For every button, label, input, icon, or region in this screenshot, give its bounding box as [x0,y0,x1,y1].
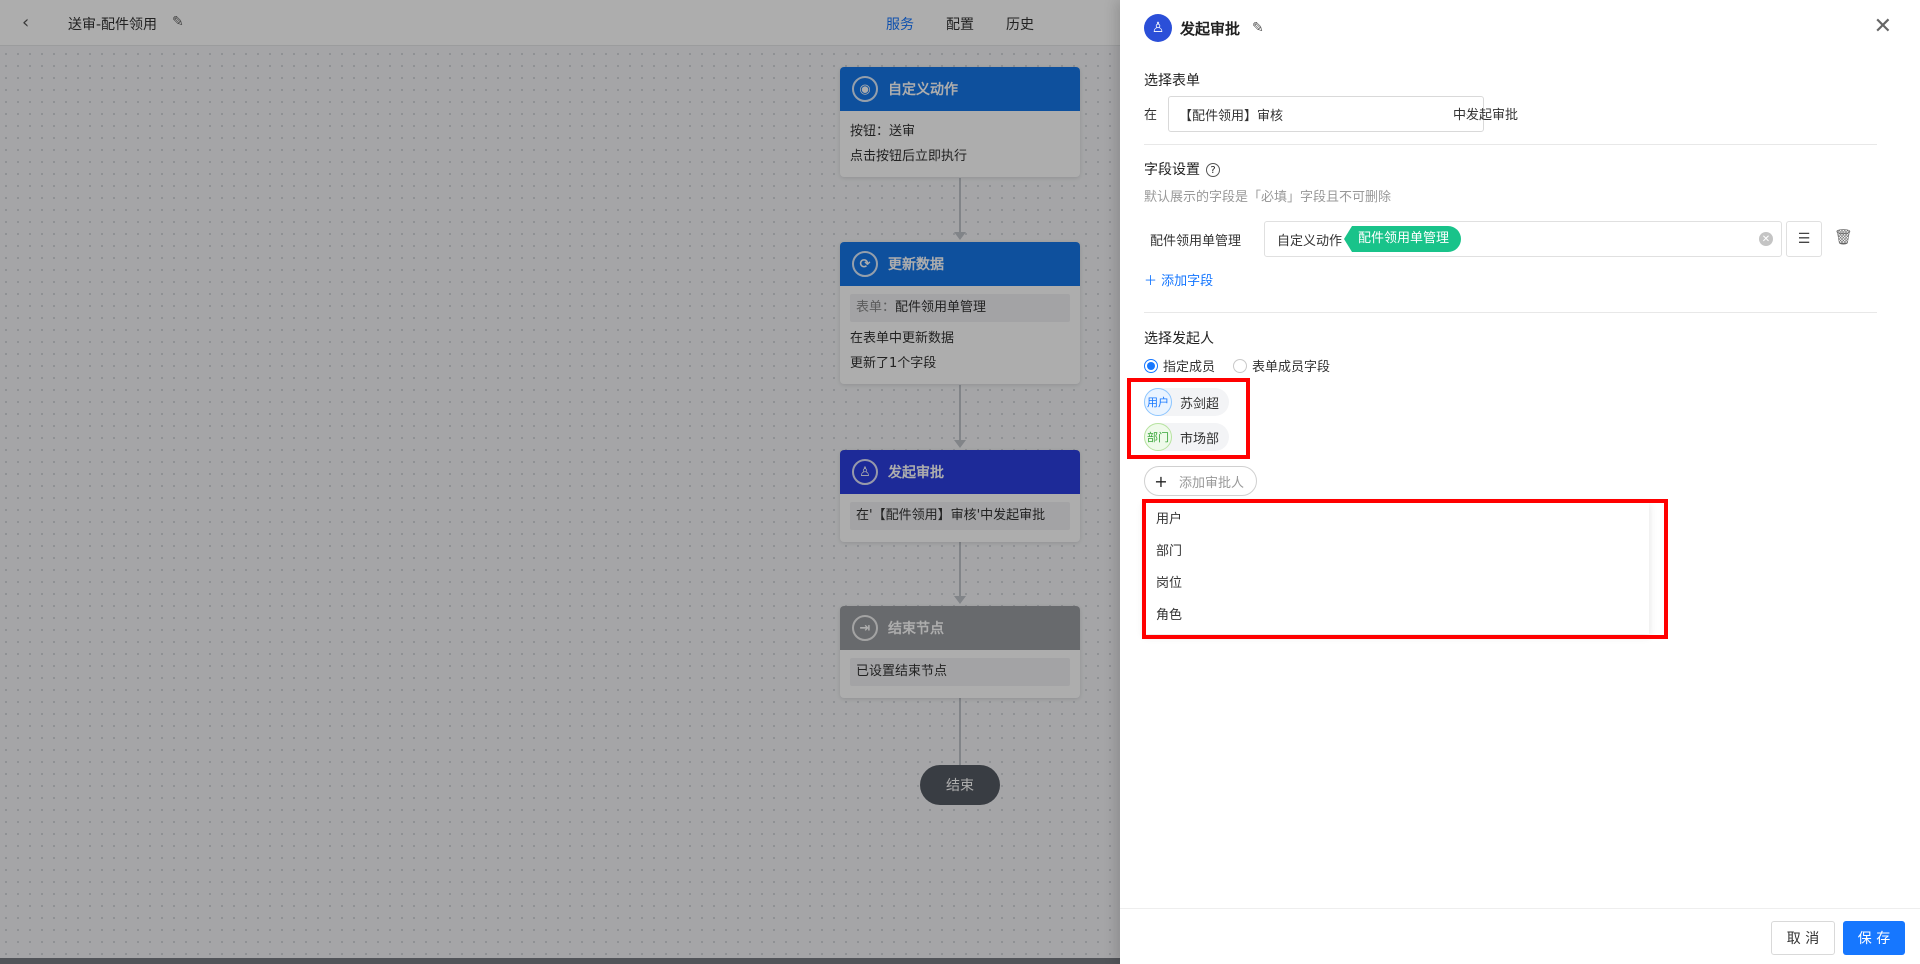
field-name-label: 配件领用单管理 [1150,234,1242,249]
form-select[interactable]: 【配件领用】审核 ⌵ [1168,96,1484,132]
clear-icon[interactable]: ✕ [1759,232,1773,246]
select-form-suffix: 中发起审批 [1453,108,1519,123]
field-chip-source: 自定义动作 [1277,233,1343,249]
close-icon[interactable]: ✕ [1874,16,1892,38]
field-settings-label: 字段设置 [1144,162,1200,178]
select-form-prefix: 在 [1144,108,1158,123]
radio-button-checked[interactable] [1144,358,1158,373]
edit-pencil-icon[interactable]: ✎ [1252,20,1264,36]
drawer-title: 发起审批 [1180,19,1241,38]
radio-specified-member[interactable]: 指定成员 [1144,356,1215,375]
plus-icon: + [1154,471,1168,491]
form-select-value: 【配件领用】审核 [1179,108,1284,124]
highlight-box [1142,499,1668,639]
select-form-label: 选择表单 [1144,73,1200,89]
save-button[interactable]: 保 存 [1843,921,1905,955]
stamp-icon: ♙ [1144,14,1172,42]
divider [1144,312,1877,313]
field-chip-target: 配件领用单管理 [1344,226,1462,252]
drawer-footer: 取 消 保 存 [1120,908,1920,964]
drawer-header: ♙ 发起审批 ✎ [1120,0,1920,56]
field-settings-label-wrap: 字段设置? [1144,159,1220,179]
cancel-button[interactable]: 取 消 [1771,921,1835,955]
approval-drawer: ♙ 发起审批 ✎ ✕ 选择表单 在 【配件领用】审核 ⌵ 中发起审批 字段设置?… [1120,0,1920,964]
initiator-label: 选择发起人 [1144,331,1214,347]
radio-form-member-field[interactable]: 表单成员字段 [1233,356,1330,375]
modal-overlay[interactable] [0,0,1120,964]
highlight-box [1127,378,1250,459]
field-settings-hint: 默认展示的字段是「必填」字段且不可删除 [1144,190,1392,205]
list-icon[interactable]: ☰ [1786,221,1822,257]
initiator-radio-group: 指定成员 表单成员字段 [1144,356,1348,375]
help-icon[interactable]: ? [1206,163,1220,177]
divider [1144,144,1877,145]
radio-button[interactable] [1233,358,1248,373]
add-approver-button[interactable]: + 添加审批人 [1144,466,1258,496]
add-approver-label: 添加审批人 [1179,475,1245,491]
trash-icon[interactable]: 🗑 [1834,228,1853,246]
field-value-input[interactable]: 自定义动作 配件领用单管理 ✕ [1264,221,1782,257]
radio-label: 表单成员字段 [1252,360,1331,375]
radio-label: 指定成员 [1163,360,1216,375]
add-field-label: 添加字段 [1161,274,1214,289]
add-field-link[interactable]: ＋ 添加字段 [1144,270,1213,289]
